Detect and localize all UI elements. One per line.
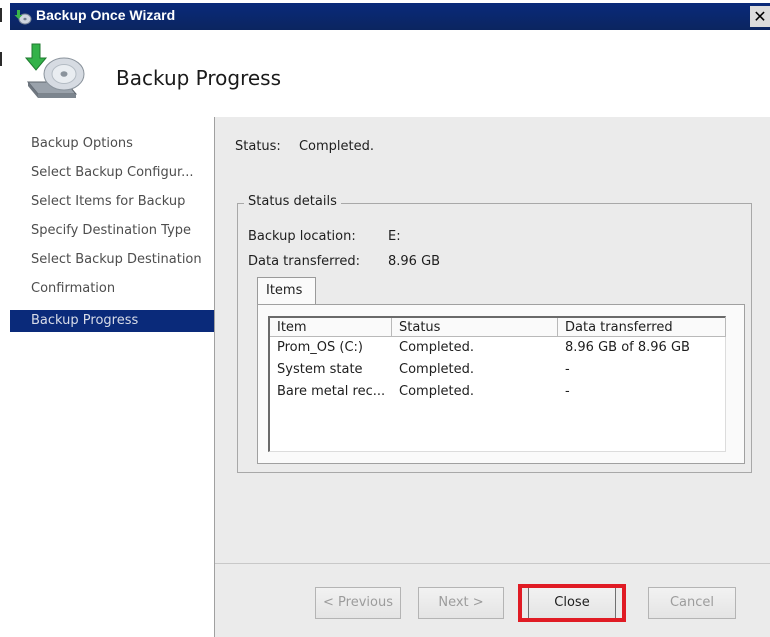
items-list[interactable]: Item Status Data transferred Prom_OS (C:… [268, 316, 726, 452]
data-transferred-value: 8.96 GB [388, 254, 441, 269]
cell-status: Completed. [399, 340, 475, 355]
footer-divider [215, 563, 770, 564]
cell-item: System state [277, 362, 363, 377]
sidebar-item-backup-progress[interactable]: Backup Progress [10, 310, 214, 332]
column-header-item[interactable]: Item [270, 318, 392, 337]
status-label: Status: [235, 139, 281, 154]
status-details-legend: Status details [244, 194, 341, 209]
next-button[interactable]: Next > [418, 587, 504, 619]
cell-data-transferred: 8.96 GB of 8.96 GB [565, 340, 690, 355]
list-header: Item Status Data transferred [270, 318, 726, 339]
cell-item: Prom_OS (C:) [277, 340, 364, 355]
backup-app-icon [14, 10, 32, 25]
window-title: Backup Once Wizard [36, 7, 176, 23]
table-row[interactable]: Prom_OS (C:) Completed. 8.96 GB of 8.96 … [270, 337, 725, 359]
page-title: Backup Progress [116, 66, 282, 90]
sidebar-item-select-backup-configuration[interactable]: Select Backup Configur... [10, 162, 214, 184]
cell-status: Completed. [399, 362, 475, 377]
backup-location-value: E: [388, 229, 401, 244]
wizard-steps-sidebar: Backup Options Select Backup Configur...… [10, 117, 215, 637]
cell-data-transferred: - [565, 384, 570, 399]
sidebar-item-destination-type[interactable]: Specify Destination Type [10, 220, 214, 242]
items-tab-panel: Item Status Data transferred Prom_OS (C:… [257, 304, 745, 464]
cell-data-transferred: - [565, 362, 570, 377]
table-row[interactable]: Bare metal rec... Completed. - [270, 381, 725, 403]
data-transferred-label: Data transferred: [248, 254, 360, 269]
sidebar-item-confirmation[interactable]: Confirmation [10, 278, 214, 300]
status-value: Completed. [298, 139, 374, 154]
sidebar-item-backup-options[interactable]: Backup Options [10, 133, 214, 155]
column-header-data-transferred[interactable]: Data transferred [558, 318, 726, 337]
close-button-highlight [518, 584, 626, 622]
wizard-content: Status: Completed. Status details Backup… [215, 117, 770, 637]
data-transferred-row: Data transferred: 8.96 GB [248, 254, 440, 269]
previous-button[interactable]: < Previous [315, 587, 401, 619]
status-line: Status: Completed. [235, 139, 374, 154]
backup-disk-icon [24, 43, 85, 98]
sidebar-item-backup-destination[interactable]: Select Backup Destination [10, 249, 214, 271]
status-details-group: Status details Backup location: E: Data t… [237, 194, 752, 473]
backup-location-row: Backup location: E: [248, 229, 401, 244]
cell-item: Bare metal rec... [277, 384, 386, 399]
table-row[interactable]: System state Completed. - [270, 359, 725, 381]
column-header-status[interactable]: Status [392, 318, 558, 337]
tab-items[interactable]: Items [257, 277, 316, 305]
sidebar-item-select-items[interactable]: Select Items for Backup [10, 191, 214, 213]
window-edge-mark [0, 8, 2, 22]
title-bar[interactable]: Backup Once Wizard ✕ [10, 3, 770, 30]
backup-location-label: Backup location: [248, 229, 356, 244]
close-window-button[interactable]: ✕ [750, 6, 770, 27]
wizard-header: Backup Progress [10, 30, 770, 117]
cancel-button[interactable]: Cancel [648, 587, 736, 619]
cell-status: Completed. [399, 384, 475, 399]
window-edge-mark [0, 52, 2, 66]
